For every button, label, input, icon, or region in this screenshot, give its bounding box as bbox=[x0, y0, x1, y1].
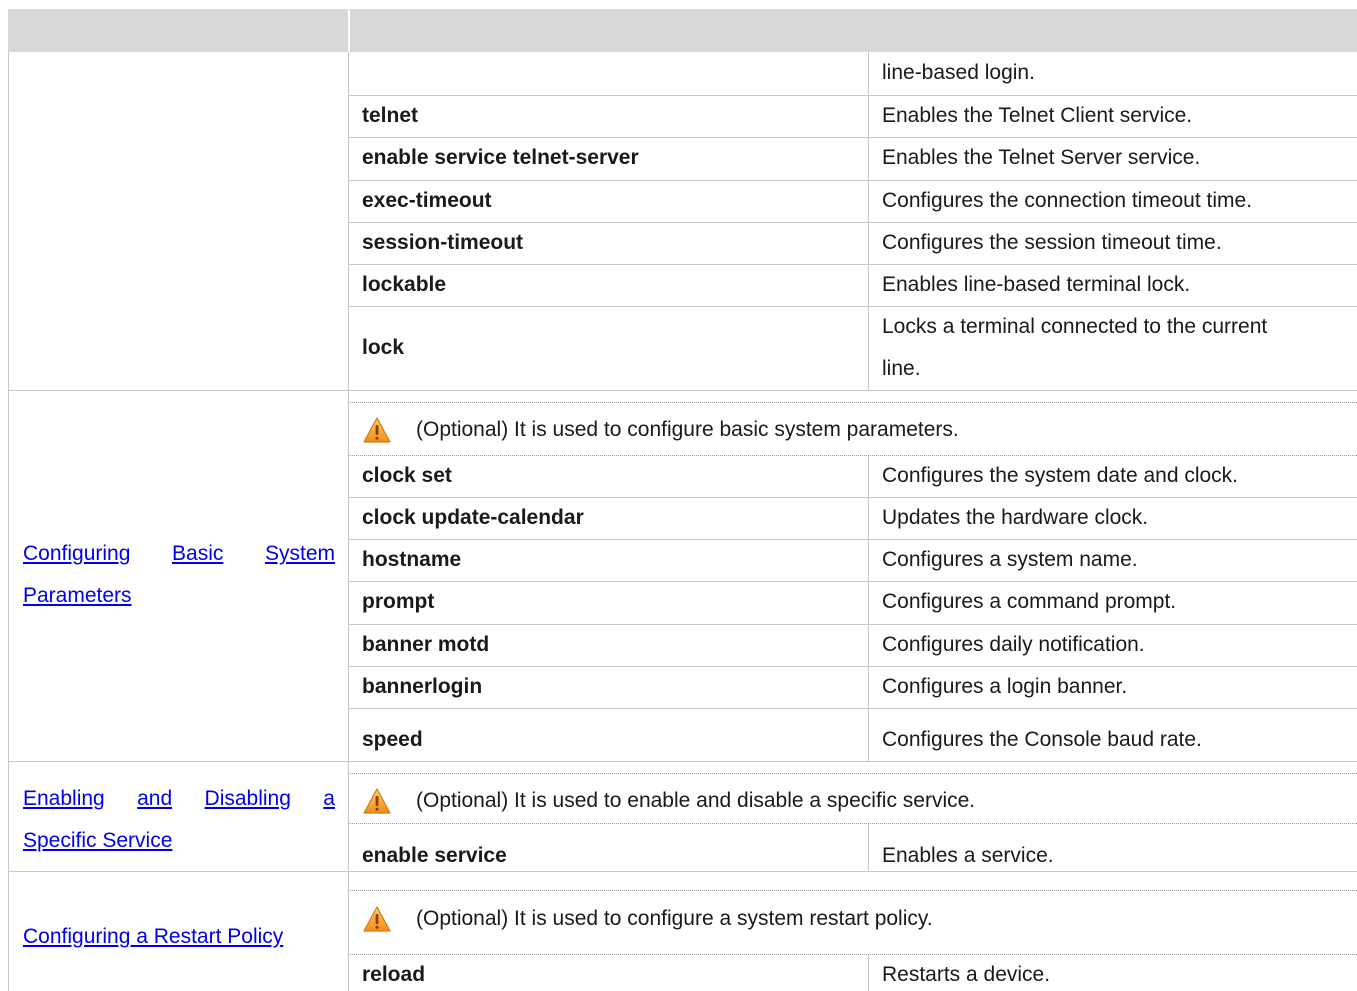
task-link-enabling-disabling-service[interactable]: Enabling and Disabling a Specific Servic… bbox=[23, 778, 335, 862]
column-divider-command-4 bbox=[868, 954, 869, 991]
note-divider bbox=[348, 890, 1357, 891]
row-divider bbox=[348, 222, 1357, 223]
task-link-word: Disabling bbox=[204, 787, 291, 810]
table-header-divider bbox=[348, 9, 350, 52]
warning-triangle-icon bbox=[363, 788, 391, 814]
row-divider bbox=[348, 666, 1357, 667]
row-divider bbox=[348, 624, 1357, 625]
column-divider-command-2 bbox=[868, 455, 869, 761]
command-cell: clock set bbox=[362, 464, 452, 487]
command-cell: bannerlogin bbox=[362, 675, 483, 698]
description-cell: Configures the system date and clock. bbox=[882, 464, 1239, 487]
table-header bbox=[8, 9, 1357, 52]
description-line: line. bbox=[882, 357, 921, 380]
description-cell: Locks a terminal connected to the curren… bbox=[882, 315, 1352, 381]
description-cell: Enables a service. bbox=[882, 844, 1054, 867]
task-link-line: Enabling and Disabling a bbox=[23, 778, 335, 820]
note-divider bbox=[348, 455, 1357, 456]
description-cell: Enables line-based terminal lock. bbox=[882, 273, 1191, 296]
note-row: (Optional) It is used to configure basic… bbox=[362, 410, 959, 450]
command-cell: lock bbox=[362, 336, 405, 359]
description-cell: Enables the Telnet Client service. bbox=[882, 104, 1193, 127]
description-cell: Configures the session timeout time. bbox=[882, 231, 1222, 254]
row-divider bbox=[348, 95, 1357, 96]
task-link-word: and bbox=[137, 787, 173, 810]
command-cell: enable service bbox=[362, 844, 507, 867]
note-divider bbox=[348, 402, 1357, 403]
row-divider bbox=[348, 180, 1357, 181]
description-cell: Configures a command prompt. bbox=[882, 590, 1177, 613]
section-divider bbox=[8, 390, 1357, 391]
task-link-basic-system-parameters[interactable]: Configuring Basic System Parameters bbox=[23, 533, 335, 617]
column-divider-command-3 bbox=[868, 823, 869, 871]
section-divider bbox=[8, 871, 1357, 872]
table-left-border bbox=[8, 52, 9, 991]
description-cell: Configures a system name. bbox=[882, 548, 1138, 571]
row-divider bbox=[348, 497, 1357, 498]
note-divider bbox=[348, 954, 1357, 955]
task-link-word: Enabling bbox=[23, 787, 105, 810]
note-text: (Optional) It is used to configure a sys… bbox=[416, 907, 933, 930]
row-divider bbox=[348, 137, 1357, 138]
description-cell: Configures the connection timeout time. bbox=[882, 189, 1253, 212]
row-divider bbox=[348, 708, 1357, 709]
command-cell: speed bbox=[362, 728, 423, 751]
row-divider bbox=[348, 539, 1357, 540]
task-link-line: Parameters bbox=[23, 584, 132, 607]
column-divider-command-1 bbox=[868, 52, 869, 390]
note-divider bbox=[348, 823, 1357, 824]
task-link-word: Configuring bbox=[23, 542, 131, 565]
command-cell: exec-timeout bbox=[362, 189, 492, 212]
command-cell: hostname bbox=[362, 548, 462, 571]
command-cell: banner motd bbox=[362, 633, 490, 656]
command-cell: reload bbox=[362, 963, 426, 986]
warning-triangle-icon bbox=[363, 906, 391, 932]
description-cell: Configures the Console baud rate. bbox=[882, 728, 1202, 751]
note-text: (Optional) It is used to enable and disa… bbox=[416, 789, 976, 812]
description-cell: Configures daily notification. bbox=[882, 633, 1145, 656]
row-divider bbox=[348, 581, 1357, 582]
command-cell: telnet bbox=[362, 104, 419, 127]
task-link-word: System bbox=[264, 542, 335, 565]
command-cell: enable service telnet-server bbox=[362, 146, 639, 169]
command-cell: prompt bbox=[362, 590, 435, 613]
section-divider bbox=[8, 761, 1357, 762]
command-cell: lockable bbox=[362, 273, 447, 296]
description-cell: Enables the Telnet Server service. bbox=[882, 146, 1201, 169]
row-divider bbox=[348, 264, 1357, 265]
note-row: (Optional) It is used to configure a sys… bbox=[362, 899, 933, 939]
description-cell: Configures a login banner. bbox=[882, 675, 1128, 698]
task-link-line: Configuring Basic System bbox=[23, 533, 335, 575]
task-link-word: Basic bbox=[172, 542, 224, 565]
description-cell: Restarts a device. bbox=[882, 963, 1051, 986]
warning-triangle-icon bbox=[363, 417, 391, 443]
description-cell: Updates the hardware clock. bbox=[882, 506, 1149, 529]
note-divider bbox=[348, 773, 1357, 774]
command-cell: clock update-calendar bbox=[362, 506, 584, 529]
task-link-line: Specific Service bbox=[23, 829, 173, 852]
row-divider bbox=[348, 306, 1357, 307]
note-row: (Optional) It is used to enable and disa… bbox=[362, 781, 975, 821]
description-line: Locks a terminal connected to the curren… bbox=[882, 315, 1268, 338]
task-link-restart-policy[interactable]: Configuring a Restart Policy bbox=[23, 916, 335, 958]
note-text: (Optional) It is used to configure basic… bbox=[416, 418, 959, 441]
description-cell: line-based login. bbox=[882, 61, 1035, 84]
command-cell: session-timeout bbox=[362, 231, 524, 254]
task-link-word: a bbox=[323, 787, 335, 810]
column-divider-task bbox=[348, 52, 349, 991]
